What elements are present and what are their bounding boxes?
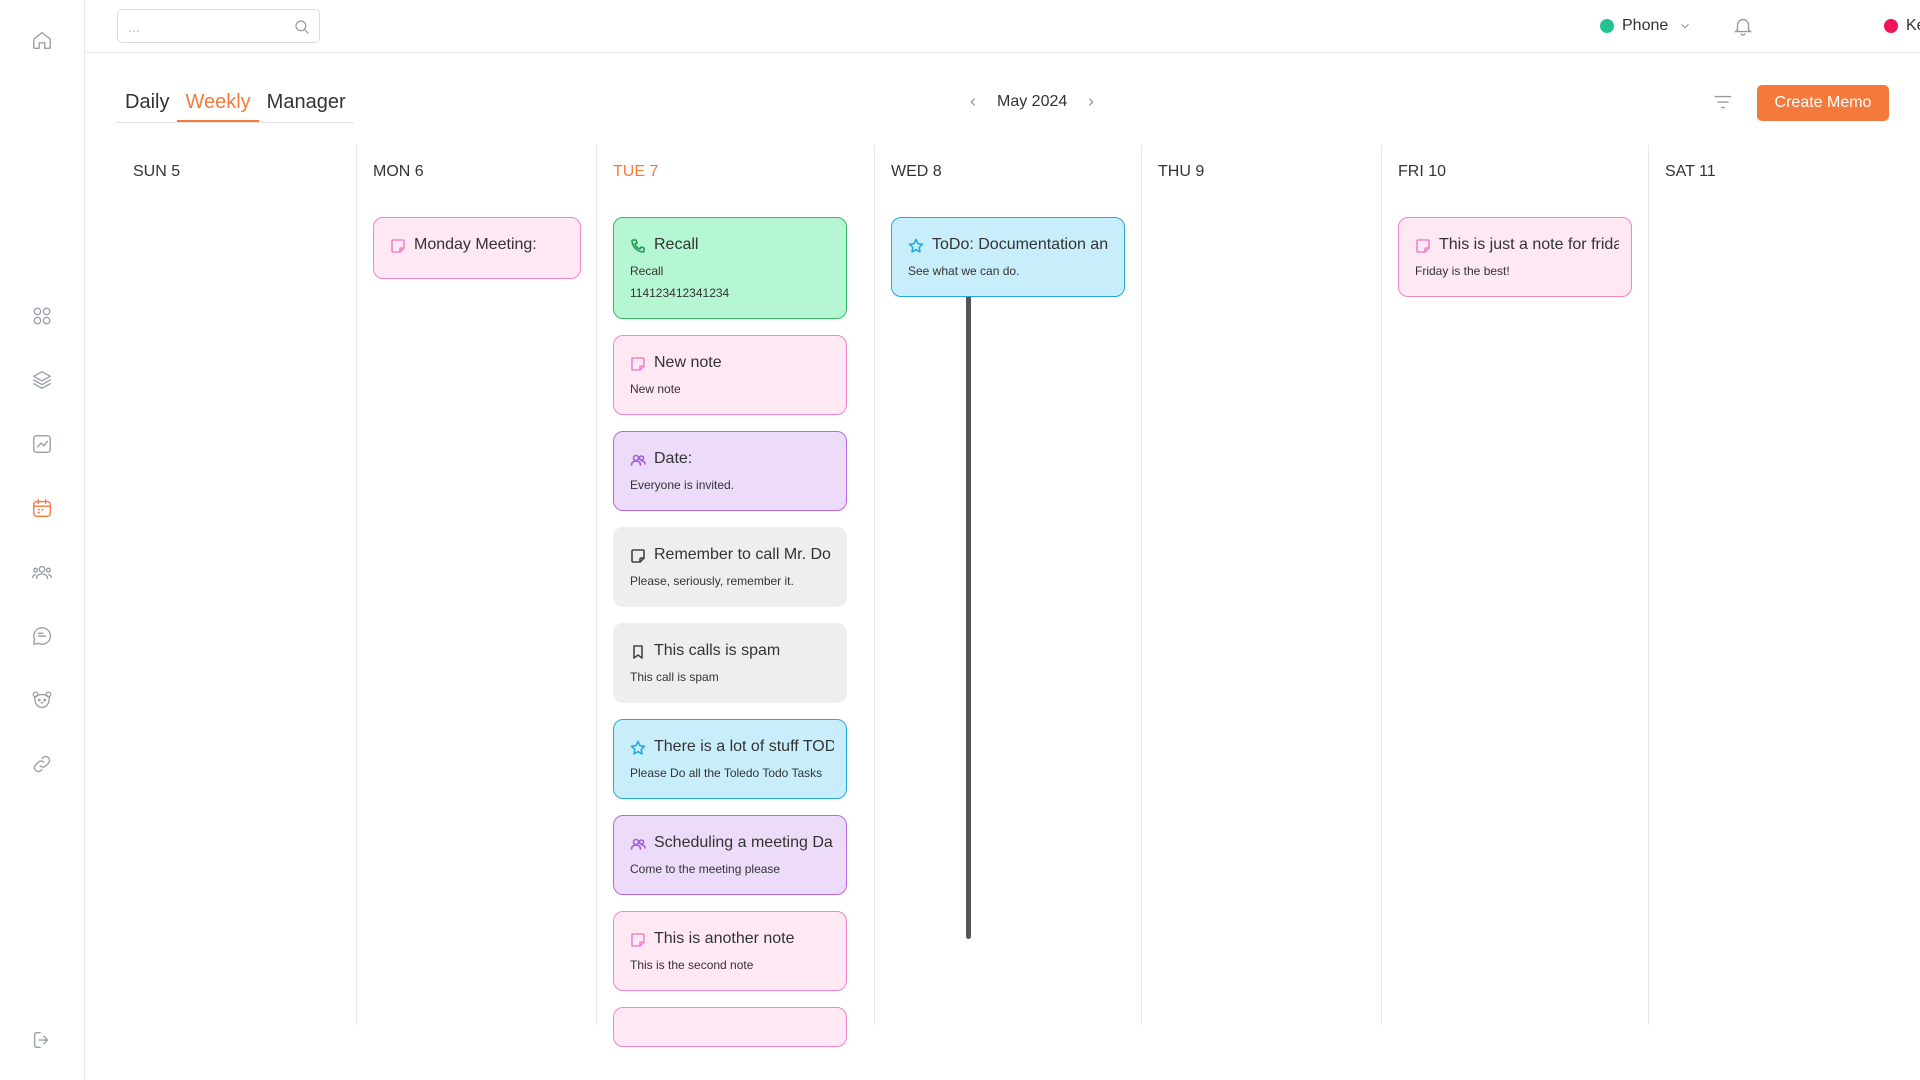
memo-title: This is another note [654,930,795,947]
device-status-dot [1600,19,1614,33]
filter-icon[interactable] [1712,91,1734,113]
note-icon [390,238,406,254]
note-icon [630,356,646,372]
memo-card[interactable]: This is another note This is the second … [613,911,847,991]
memo-card[interactable]: ToDo: Documentation an See what we can d… [891,217,1125,297]
chevron-right-icon[interactable] [1081,92,1101,112]
day-header: MON 6 [373,163,424,180]
logout-icon[interactable] [29,1027,55,1053]
device-label: Phone [1622,17,1669,34]
memo-body: This is the second note [630,958,754,972]
users-icon[interactable] [29,559,55,585]
layers-icon[interactable] [29,367,55,393]
day-header: SUN 5 [133,163,181,180]
memo-title: ToDo: Documentation an [932,236,1109,253]
people-icon [630,836,646,852]
memo-title: This calls is spam [654,642,781,659]
user-name: Kevin [1906,17,1920,34]
chevron-down-icon [1678,19,1692,33]
day-header: WED 8 [891,163,942,180]
note-icon [630,932,646,948]
bell-icon[interactable] [1732,15,1754,37]
memo-card[interactable]: Date: Everyone is invited. [613,431,847,511]
link-icon[interactable] [29,751,55,777]
day-header: SAT 11 [1665,163,1716,180]
topbar: Phone Kevin [85,0,1920,53]
memo-title: Recall [654,236,699,253]
bookmark-icon [630,644,646,660]
people-icon [630,452,646,468]
star-icon [908,238,924,254]
memo-body-extra: 114123412341234 [630,286,730,300]
day-header: THU 9 [1158,163,1205,180]
create-memo-button[interactable]: Create Memo [1757,85,1889,121]
view-tabs: Daily Weekly Manager [117,85,354,123]
chat-icon[interactable] [29,623,55,649]
memo-card-partial[interactable] [613,1007,847,1047]
memo-title: Date: [654,450,693,467]
memo-body: Please Do all the Toledo Todo Tasks [630,766,823,780]
memo-card[interactable]: Monday Meeting: [373,217,581,279]
memo-body: Everyone is invited. [630,478,735,492]
device-selector[interactable]: Phone [1600,15,1692,37]
memo-title: Remember to call Mr. Do [654,546,831,563]
memo-title: Monday Meeting: [414,236,537,253]
day-header: FRI 10 [1398,163,1447,180]
home-icon[interactable] [29,27,55,53]
tab-weekly[interactable]: Weekly [177,85,259,122]
search-input[interactable] [128,17,278,37]
memo-body: This call is spam [630,670,719,684]
month-navigator: May 2024 [963,90,1101,114]
memo-card[interactable]: This is just a note for frida Friday is … [1398,217,1632,297]
day-column-tue: TUE 7 Recall Recall 114123412341234 New … [597,145,971,1047]
bear-icon[interactable] [29,687,55,713]
grid-icon[interactable] [29,303,55,329]
calendar-icon[interactable] [29,495,55,521]
day-column-mon: MON 6 Monday Meeting: [357,145,596,1025]
search-box[interactable] [117,9,320,43]
chart-icon[interactable] [29,431,55,457]
star-icon [630,740,646,756]
memo-body: Come to the meeting please [630,862,781,876]
memo-body: Recall [630,264,664,278]
chevron-left-icon[interactable] [963,92,983,112]
day-column-sat: SAT 11 [1649,145,1907,1025]
memo-card[interactable]: There is a lot of stuff TOD Please Do al… [613,719,847,799]
phone-icon [630,238,646,254]
memo-title: Scheduling a meeting Da [654,834,833,851]
sidebar [0,0,85,1080]
memo-card[interactable]: Recall Recall 114123412341234 [613,217,847,319]
memo-title: There is a lot of stuff TOD [654,738,834,755]
memo-card[interactable]: New note New note [613,335,847,415]
search-icon[interactable] [293,18,311,36]
month-label: May 2024 [997,93,1068,110]
user-status-dot [1884,19,1898,33]
memo-card[interactable]: Scheduling a meeting Da Come to the meet… [613,815,847,895]
user-menu[interactable]: Kevin [1884,15,1920,37]
day-column-fri: FRI 10 This is just a note for frida Fri… [1382,145,1648,1025]
memo-body: Please, seriously, remember it. [630,574,794,588]
tab-daily[interactable]: Daily [117,85,177,122]
note-icon [630,548,646,564]
note-icon [1415,238,1431,254]
memo-card[interactable]: Remember to call Mr. Do Please, seriousl… [613,527,847,607]
day-column-sun: SUN 5 [117,145,356,1025]
memo-body: See what we can do. [908,264,1020,278]
day-column-wed: WED 8 ToDo: Documentation an See what we… [875,145,1141,1025]
memo-title: This is just a note for frida [1439,236,1619,253]
week-calendar: SUN 5 MON 6 Monday Meeting: TUE 7 Recall… [117,145,1907,1047]
memo-title: New note [654,354,722,371]
memo-body: Friday is the best! [1415,264,1510,278]
memo-card[interactable]: This calls is spam This call is spam [613,623,847,703]
memo-body: New note [630,382,681,396]
day-column-thu: THU 9 [1142,145,1381,1025]
tab-manager[interactable]: Manager [259,85,354,122]
day-header: TUE 7 [613,163,659,180]
